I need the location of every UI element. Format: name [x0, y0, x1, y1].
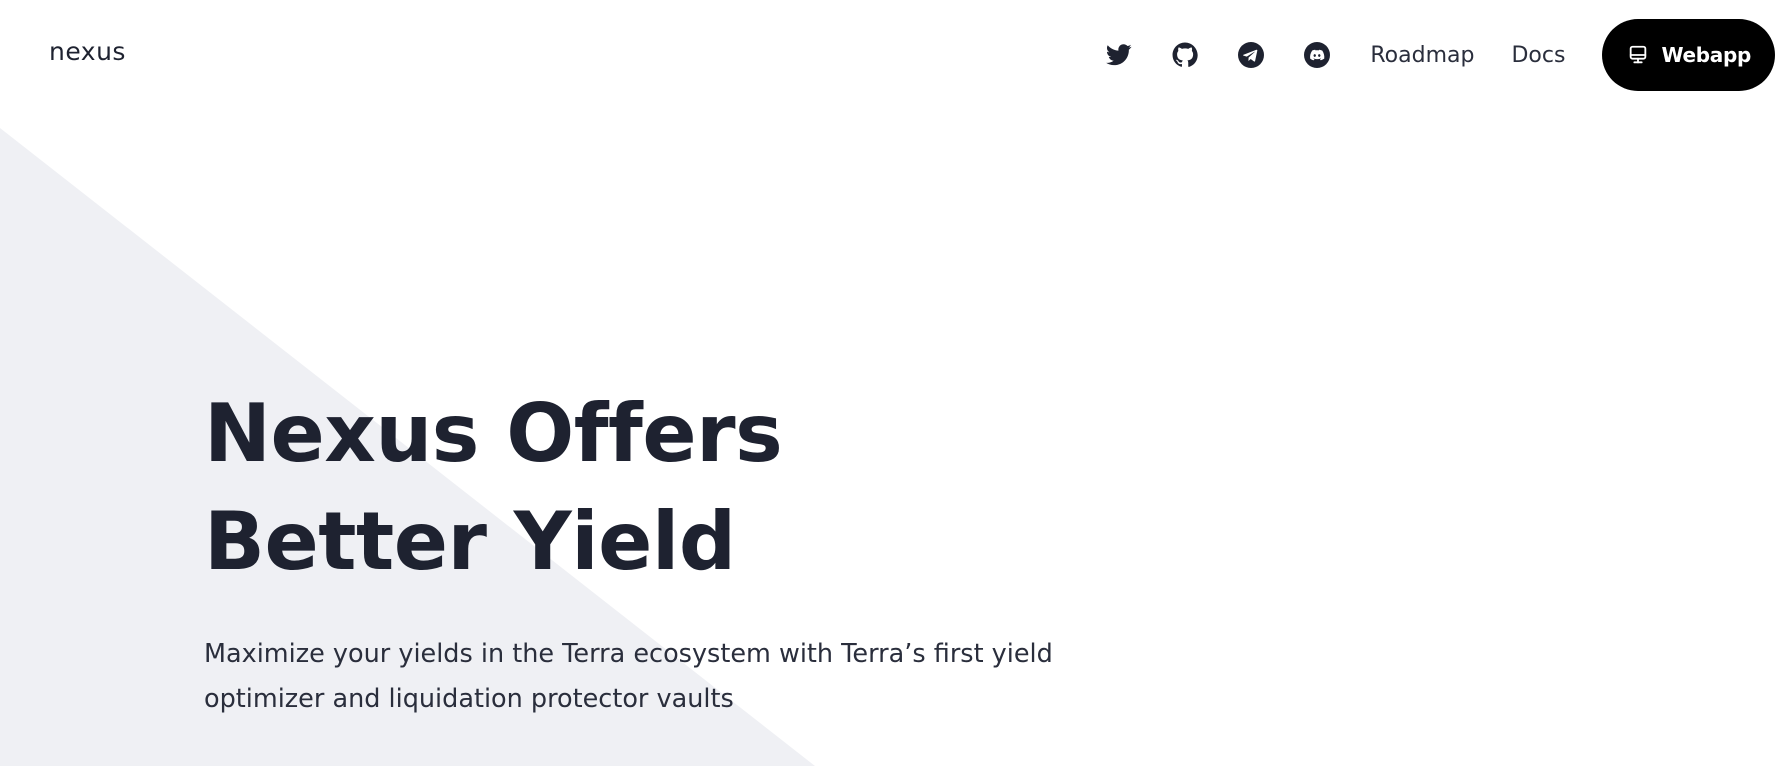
landing-page: nexus Roadmap Docs Webapp Nexus Offers B…	[0, 0, 1791, 766]
twitter-icon[interactable]	[1104, 40, 1134, 70]
nav-link-docs[interactable]: Docs	[1511, 43, 1565, 68]
webapp-button[interactable]: Webapp	[1602, 19, 1775, 91]
hero-title-line-2: Better Yield	[204, 495, 736, 588]
nav-menu: Roadmap Docs Webapp	[1104, 19, 1775, 91]
discord-icon[interactable]	[1302, 40, 1332, 70]
webapp-button-label: Webapp	[1661, 43, 1751, 67]
hero-section: Nexus Offers Better Yield Maximize your …	[204, 380, 1084, 722]
navbar: nexus Roadmap Docs Webapp	[0, 0, 1791, 110]
hero-title-line-1: Nexus Offers	[204, 387, 783, 480]
hero-subtitle: Maximize your yields in the Terra ecosys…	[204, 639, 1053, 714]
monitor-icon	[1627, 44, 1649, 66]
telegram-icon[interactable]	[1236, 40, 1266, 70]
hero-title: Nexus Offers Better Yield	[204, 380, 1084, 596]
nav-link-roadmap[interactable]: Roadmap	[1370, 43, 1474, 68]
logo[interactable]: nexus	[49, 37, 126, 67]
github-icon[interactable]	[1170, 40, 1200, 70]
